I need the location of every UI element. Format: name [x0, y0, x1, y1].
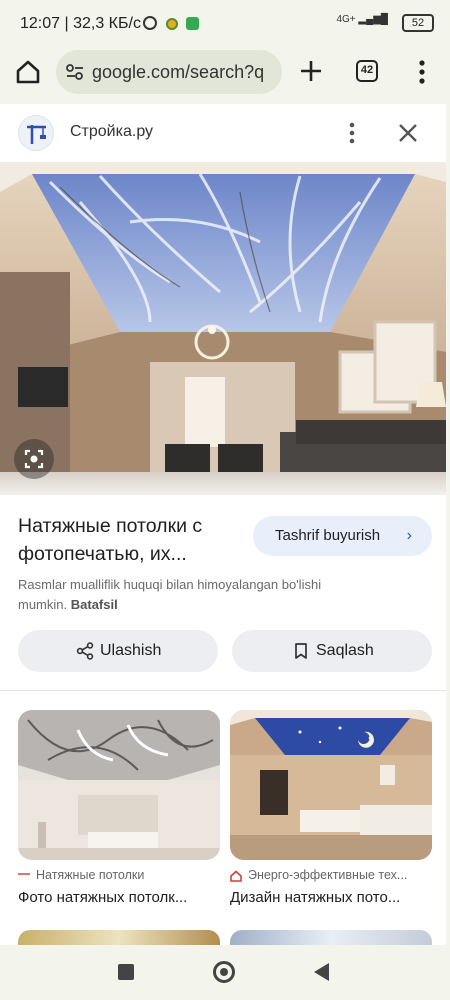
app-notification-icon [186, 17, 199, 30]
copyright-notice: Rasmlar mualliflik huquqi bilan himoyala… [18, 577, 322, 612]
home-icon[interactable] [14, 58, 42, 86]
visit-button[interactable]: Tashrif buyurish › [253, 516, 432, 556]
bookmark-icon [295, 643, 307, 659]
lens-icon[interactable] [14, 439, 54, 479]
share-label: Ulashish [100, 642, 162, 659]
more-options-icon[interactable] [342, 120, 362, 146]
related-title[interactable]: Фото натяжных потолк... [18, 889, 220, 906]
image-detail-panel: Стройка.ру Натяжные потолки с фотопечать… [0, 104, 446, 1000]
recent-apps-button[interactable] [118, 964, 134, 980]
visit-label: Tashrif buyurish [275, 527, 381, 544]
image-title: Натяжные потолки с фотопечатью, их... [18, 515, 203, 565]
browser-toolbar: google.com/search?q 42 [0, 46, 450, 102]
url-text[interactable]: google.com/search?q [92, 62, 276, 83]
related-thumbnail[interactable] [230, 710, 432, 860]
battery-indicator: 52 [402, 14, 434, 32]
save-button[interactable]: Saqlash [232, 630, 432, 672]
source-favicon [18, 873, 30, 876]
site-settings-icon[interactable] [66, 64, 84, 80]
panel-header: Стройка.ру [0, 104, 446, 162]
related-title[interactable]: Дизайн натяжных пото... [230, 889, 432, 906]
related-source: Натяжные потолки [18, 868, 220, 884]
divider [0, 690, 446, 691]
tab-switcher-button[interactable]: 42 [356, 60, 378, 82]
more-vert-icon[interactable] [412, 58, 432, 86]
save-label: Saqlash [316, 642, 374, 659]
address-bar[interactable]: google.com/search?q [56, 50, 282, 94]
signal-icon: 4G+ ▂▄▆█ [336, 14, 388, 25]
learn-more-link[interactable]: Batafsil [71, 597, 118, 612]
alarm-icon [143, 16, 157, 30]
related-image-card[interactable]: Натяжные потолки Фото натяжных потолк... [18, 710, 220, 906]
related-source: Энерго-эффективные тех... [230, 868, 432, 884]
chevron-right-icon: › [406, 527, 412, 544]
share-icon [76, 642, 94, 660]
site-logo[interactable] [18, 115, 54, 151]
related-image-card[interactable]: Энерго-эффективные тех... Дизайн натяжны… [230, 710, 432, 906]
crane-icon [27, 125, 46, 144]
home-button[interactable] [213, 961, 235, 983]
system-navigation-bar [0, 945, 450, 1000]
notification-icon [166, 18, 178, 30]
close-icon[interactable] [396, 121, 420, 145]
share-button[interactable]: Ulashish [18, 630, 218, 672]
site-name[interactable]: Стройка.ру [70, 123, 153, 141]
related-thumbnail[interactable] [18, 710, 220, 860]
house-icon [230, 870, 242, 882]
new-tab-icon[interactable] [298, 58, 324, 84]
back-button[interactable] [314, 963, 329, 981]
status-time: 12:07 | 32,3 КБ/с [20, 15, 141, 32]
main-image[interactable] [0, 162, 446, 495]
status-bar: 12:07 | 32,3 КБ/с 4G+ ▂▄▆█ 52 [0, 0, 450, 46]
